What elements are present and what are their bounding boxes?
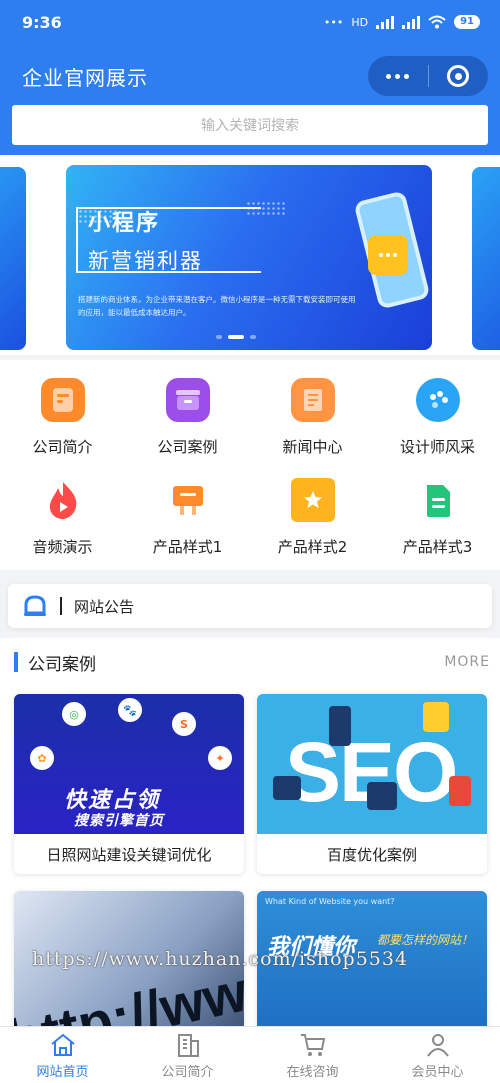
grid-item-product-2[interactable]: 产品样式2 — [250, 478, 375, 557]
palette-icon — [415, 378, 460, 422]
indicator-dot — [216, 335, 222, 339]
tab-home[interactable]: 网站首页 — [0, 1027, 125, 1083]
close-target-button[interactable] — [428, 65, 488, 87]
grid-label: 产品样式2 — [277, 538, 348, 556]
grid-label: 公司简介 — [32, 438, 93, 456]
miniprogram-capsule — [368, 56, 488, 96]
grid-label: 产品样式1 — [152, 538, 223, 556]
watermark-text: https://www.huzhan.com/ishop5534 — [32, 948, 409, 970]
case-image-subtitle: 搜索引擎首页 — [74, 813, 164, 829]
tab-label: 在线咨询 — [286, 1064, 339, 1080]
document-icon — [40, 378, 85, 422]
squirrel-icon: ✿ — [30, 746, 54, 770]
signal-icon — [376, 15, 395, 29]
star-badge-icon — [290, 478, 335, 522]
tab-company-intro[interactable]: 公司简介 — [125, 1027, 250, 1083]
person-illustration — [449, 776, 471, 806]
grid-item-product-1[interactable]: 产品样式1 — [125, 478, 250, 557]
logo-circle: ◎ — [62, 702, 86, 726]
tab-member[interactable]: 会员中心 — [375, 1027, 500, 1083]
search-placeholder: 输入关键词搜索 — [201, 118, 299, 134]
banner-slide[interactable]: 小程序 新营销利器 搭建新的商业体系，为企业带来潜在客户。微信小程序是一种无需下… — [66, 165, 432, 350]
status-time: 9:36 — [22, 12, 62, 32]
grid-item-audio[interactable]: 音频演示 — [0, 478, 125, 557]
more-dots-icon: ••• — [323, 15, 344, 29]
person-illustration — [273, 776, 301, 800]
banner-next-slide[interactable] — [472, 167, 500, 350]
menu-dots-button[interactable] — [368, 73, 428, 79]
file-list-icon — [416, 478, 460, 522]
banner-prev-slide[interactable] — [0, 167, 26, 350]
flame-icon — [41, 478, 85, 522]
carousel-indicators — [216, 335, 256, 339]
bottom-tab-bar: 网站首页 公司简介 在线咨询 会员中心 — [0, 1026, 500, 1083]
grid-label: 新闻中心 — [282, 438, 343, 456]
case-image-subtitle: 都要怎样的网站！ — [377, 933, 474, 947]
tab-label: 网站首页 — [36, 1064, 89, 1080]
grid-item-news[interactable]: 新闻中心 — [250, 378, 375, 457]
case-image: SEO — [257, 694, 487, 834]
user-icon — [424, 1031, 452, 1059]
tab-consult[interactable]: 在线咨询 — [250, 1027, 375, 1083]
grid-label: 公司案例 — [157, 438, 218, 456]
grid-label: 设计师风采 — [399, 438, 475, 456]
section-marker — [14, 652, 18, 672]
network-badge: HD — [351, 15, 369, 29]
banner-subtitle: 新营销利器 — [88, 249, 203, 273]
case-card[interactable]: ◎ 🐾 S ✿ ✦ 快速占领 搜索引擎首页 日照网站建设关键词优化 — [14, 694, 244, 874]
announcement-bar[interactable]: 网站公告 — [8, 584, 492, 628]
grid-item-company-cases[interactable]: 公司案例 — [125, 378, 250, 457]
person-illustration — [423, 702, 449, 732]
notice-divider — [60, 597, 62, 615]
tab-label: 公司简介 — [161, 1064, 214, 1080]
fox-icon: ✦ — [208, 746, 232, 770]
scroll-icon — [290, 378, 335, 422]
grid-item-company-intro[interactable]: 公司简介 — [0, 378, 125, 457]
archive-box-icon — [165, 378, 210, 422]
indicator-dot-active — [228, 335, 244, 339]
indicator-dot — [250, 335, 256, 339]
more-link[interactable]: MORE — [444, 654, 490, 670]
chat-bubble-icon — [368, 235, 408, 275]
banner-description: 搭建新的商业体系，为企业带来潜在客户。微信小程序是一种无需下载安装即可使用的应用… — [78, 295, 356, 317]
case-image-question: What Kind of Website you want? — [265, 897, 395, 906]
easel-icon — [166, 478, 210, 522]
paw-icon: 🐾 — [118, 698, 142, 722]
signal-icon-2 — [402, 15, 421, 29]
case-caption: 百度优化案例 — [326, 845, 417, 864]
case-image: ◎ 🐾 S ✿ ✦ 快速占领 搜索引擎首页 — [14, 694, 244, 834]
bell-icon — [22, 593, 48, 619]
cart-icon — [299, 1031, 327, 1059]
nav-bar: 企业官网展示 — [0, 52, 500, 100]
wifi-icon — [428, 15, 446, 29]
status-bar: 9:36 ••• HD 91 — [0, 0, 500, 44]
grid-item-designers[interactable]: 设计师风采 — [375, 378, 500, 457]
section-header: 公司案例 MORE — [0, 638, 500, 686]
header: 9:36 ••• HD 91 企业官网展示 输入关键词搜索 — [0, 0, 500, 155]
search-input[interactable]: 输入关键词搜索 — [12, 105, 488, 145]
target-icon — [447, 65, 470, 87]
tab-label: 会员中心 — [411, 1064, 464, 1080]
grid-label: 音频演示 — [32, 538, 93, 556]
home-icon — [49, 1031, 77, 1059]
section-title: 公司案例 — [28, 654, 96, 675]
grid-label: 产品样式3 — [402, 538, 473, 556]
page-title: 企业官网展示 — [22, 65, 148, 90]
building-icon — [174, 1031, 202, 1059]
grid-item-product-3[interactable]: 产品样式3 — [375, 478, 500, 557]
banner-carousel[interactable]: 小程序 新营销利器 搭建新的商业体系，为企业带来潜在客户。微信小程序是一种无需下… — [0, 155, 500, 355]
case-caption: 日照网站建设关键词优化 — [46, 845, 212, 864]
person-illustration — [329, 706, 351, 746]
battery-indicator: 91 — [454, 15, 480, 29]
feature-grid: 公司简介 公司案例 新闻中心 设计师风采 音频演示 产品样式1 产品样式2 产品… — [0, 360, 500, 570]
case-card[interactable]: SEO 百度优化案例 — [257, 694, 487, 874]
person-illustration — [367, 782, 397, 810]
status-indicators: ••• HD 91 — [324, 15, 480, 29]
banner-title: 小程序 — [88, 211, 161, 236]
notice-label: 网站公告 — [74, 597, 135, 616]
logo-s-icon: S — [172, 712, 196, 736]
